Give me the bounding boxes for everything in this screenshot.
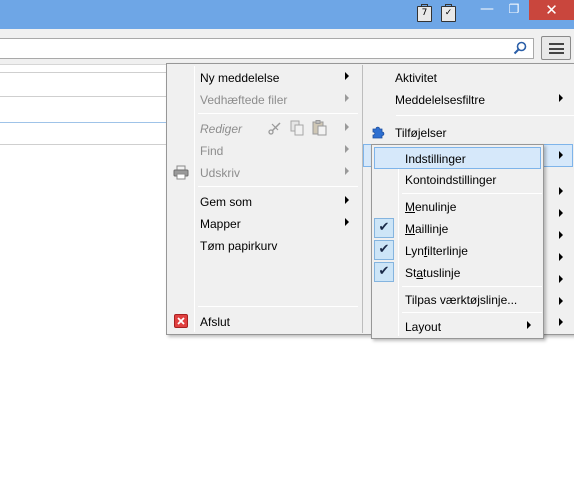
app-menu-button[interactable] [541,36,571,60]
minimize-icon: — [480,1,494,17]
copy-icon[interactable] [290,120,305,136]
tasks-check: ✓ [444,8,453,18]
paste-icon[interactable] [312,120,327,136]
submenu-arrow-icon [527,321,531,329]
menu-item-label: Mapper [200,217,241,231]
submenu-arrow-icon [559,231,563,239]
submenu-arrow-icon [559,297,563,305]
menu-separator [198,186,358,187]
menu-item-new-message[interactable]: Ny meddelelse [167,67,362,89]
checkmark-icon: ✔ [374,218,394,238]
menu-item-attachments[interactable]: Vedhæftede filer [167,89,362,111]
close-button[interactable]: ✕ [529,0,574,20]
menu-item-label: Aktivitet [395,71,438,85]
submenu-arrow-icon [559,187,563,195]
hamburger-icon [549,43,564,54]
menu-item-label: Maillinje [405,222,449,236]
menu-item-label: Ny meddelelse [200,71,280,85]
puzzle-icon [372,126,385,139]
menu-separator [402,312,542,313]
minimize-button[interactable]: — [474,0,500,20]
submenu-arrow-icon [345,218,349,226]
search-icon[interactable] [513,41,527,55]
submenu-item-account-settings[interactable]: Kontoindstillinger [372,169,543,191]
menu-item-label: Statuslinje [405,266,461,280]
submenu-item-layout[interactable]: Layout [372,316,543,338]
menu-item-label: Meddelelsesfiltre [395,93,486,107]
menu-item-label: Indstillinger [405,152,466,166]
menu-item-label: Rediger [200,122,243,136]
menu-item-label: Afslut [200,315,231,329]
menu-item-folders[interactable]: Mapper [167,213,362,235]
menu-item-label: Tilpas værktøjslinje... [405,293,518,307]
submenu-item-status-bar[interactable]: ✔ Statuslinje [372,262,543,284]
submenu-arrow-icon [345,123,349,131]
menu-item-label: Tilføjelser [395,126,447,140]
exit-icon [174,314,188,328]
search-input[interactable] [0,38,534,59]
submenu-item-menu-bar[interactable]: Menulinje [372,196,543,218]
menu-item-label: Udskriv [200,166,241,180]
background-divider [0,144,166,145]
submenu-item-preferences[interactable]: Indstillinger [374,147,541,169]
menu-item-print[interactable]: Udskriv [167,162,362,184]
printer-icon [173,165,189,180]
submenu-arrow-icon [345,94,349,102]
submenu-arrow-icon [559,151,563,159]
menu-item-edit[interactable]: Rediger [167,118,362,140]
calendar-icon[interactable]: 7 [417,4,432,22]
menu-item-find[interactable]: Find [167,140,362,162]
menu-item-exit[interactable]: Afslut [167,311,362,333]
submenu-arrow-icon [345,72,349,80]
restore-icon: ❐ [508,2,520,16]
background-divider [0,72,166,73]
menu-separator [402,286,542,287]
submenu-arrow-icon [345,167,349,175]
checkmark-icon: ✔ [374,240,394,260]
options-submenu: Indstillinger Kontoindstillinger Menulin… [371,144,544,339]
background-divider [0,96,166,97]
menu-item-label: Gem som [200,195,253,209]
menu-item-label: Tøm papirkurv [200,239,278,253]
menu-item-addons[interactable]: Tilføjelser [364,122,574,144]
toolbar [0,29,574,65]
menu-item-label: Find [200,144,224,158]
menu-item-save-as[interactable]: Gem som [167,191,362,213]
menu-item-label: Kontoindstillinger [405,173,497,187]
submenu-arrow-icon [559,209,563,217]
submenu-item-quick-filter-bar[interactable]: ✔ Lynfilterlinje [372,240,543,262]
background-divider [0,122,166,123]
submenu-item-customize-toolbar[interactable]: Tilpas værktøjslinje... [372,289,543,311]
menu-item-label: Layout [405,320,442,334]
close-icon: ✕ [545,1,558,19]
submenu-arrow-icon [345,196,349,204]
submenu-arrow-icon [559,94,563,102]
submenu-arrow-icon [559,275,563,283]
menu-separator [198,306,358,307]
menu-separator [396,115,574,116]
cut-icon[interactable] [268,121,282,135]
title-bar: 7 ✓ — ❐ ✕ [0,0,574,29]
menu-item-empty-trash[interactable]: Tøm papirkurv [167,235,362,257]
menu-item-label: Lynfilterlinje [405,244,468,258]
submenu-arrow-icon [345,145,349,153]
column-divider [362,65,363,333]
checkmark-icon: ✔ [374,262,394,282]
menu-separator [402,193,542,194]
menu-item-message-filters[interactable]: Meddelelsesfiltre [364,89,574,111]
submenu-arrow-icon [559,253,563,261]
menu-separator [198,113,358,114]
tasks-icon[interactable]: ✓ [441,4,456,22]
submenu-arrow-icon [559,318,563,326]
menu-item-label: Menulinje [405,200,457,214]
submenu-item-mail-toolbar[interactable]: ✔ Maillinje [372,218,543,240]
menu-item-activity[interactable]: Aktivitet [364,67,574,89]
calendar-day: 7 [421,8,428,18]
maximize-button[interactable]: ❐ [501,0,527,20]
menu-item-label: Vedhæftede filer [200,93,288,107]
